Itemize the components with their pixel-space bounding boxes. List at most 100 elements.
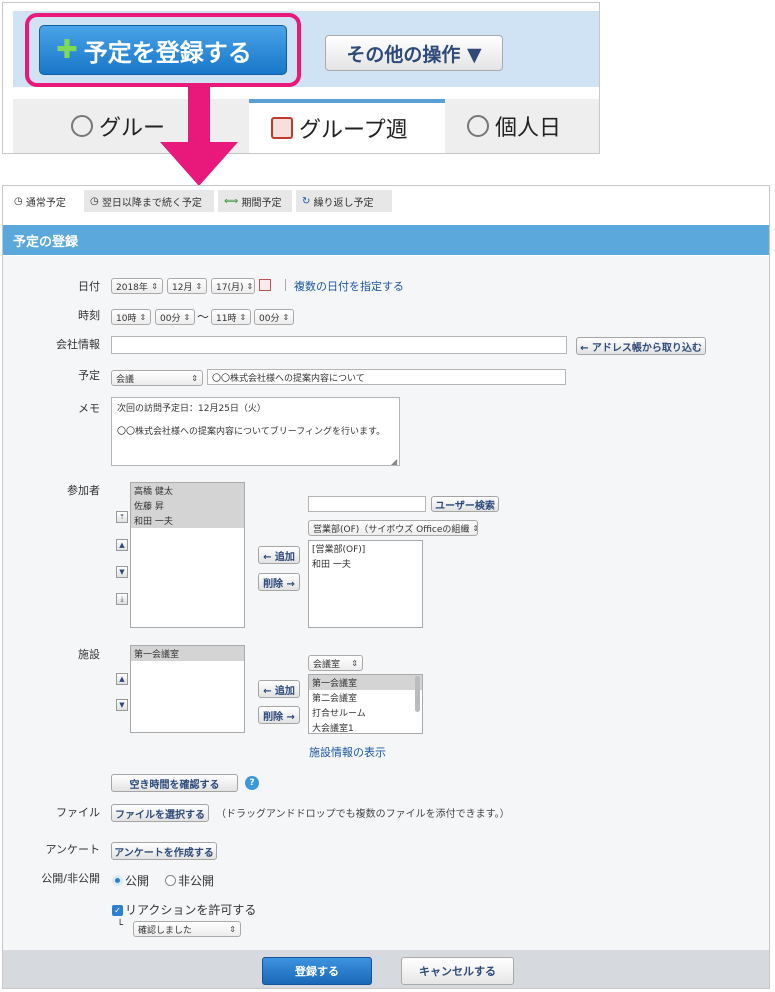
scrollbar-thumb[interactable] [415,676,420,712]
participant-group-select[interactable]: 営業部(OF)（サイボウズ Officeの組織 [308,520,478,536]
start-minute-select[interactable]: 00分 [155,309,195,325]
start-hour-select[interactable]: 10時 [111,309,151,325]
tab-label: 個人日 [495,116,562,141]
calendar-icon[interactable] [259,279,271,291]
help-icon[interactable]: ? [245,776,259,790]
check-availability-button[interactable]: 空き時間を確認する [111,774,238,792]
facility-add-button[interactable]: ← 追加 [258,680,300,698]
resize-handle-icon[interactable]: ◢ [391,457,397,466]
day-select[interactable]: 17(月) [211,278,255,294]
memo-line: 〇〇株式会社様への提案内容についてブリーフィングを行います。 [117,427,386,437]
reaction-label: リアクションを許可する [125,903,257,917]
list-item[interactable]: 高橋 健太 [131,483,244,498]
move-top-icon[interactable]: ⤒ [116,511,128,523]
form-footer [3,950,769,988]
subtab-label: 通常予定 [25,197,66,209]
reaction-checkbox[interactable]: ✓ [112,905,123,916]
subtab-period[interactable]: ⟺ 期間予定 [218,190,292,212]
participant-candidates-list[interactable]: [営業部(OF)] 和田 一夫 [308,540,423,628]
plan-label: 予定 [78,369,100,382]
subtab-label: 期間予定 [241,197,282,209]
facility-group-select[interactable]: 会議室 [308,655,363,671]
facility-label: 施設 [78,648,100,661]
clock-icon: ◷ [90,195,102,207]
list-item[interactable]: 第一会議室 [309,675,422,690]
date-label: 日付 [78,280,100,293]
file-hint: （ドラッグアンドドロップでも複数のファイルを添付できます。） [216,809,510,820]
user-search-input[interactable] [308,496,426,512]
month-select[interactable]: 12月 [167,278,207,294]
group-icon [71,115,93,137]
subtab-label: 翌日以降まで続く予定 [101,197,202,209]
calendar-group-icon [271,117,293,139]
list-item[interactable]: 和田 一夫 [131,513,244,528]
tab-personal-day[interactable]: 個人日 [467,99,597,153]
public-label: 公開 [125,874,150,888]
participant-remove-button[interactable]: 削除 → [258,573,300,591]
arrow-stem [188,84,210,146]
move-down-icon[interactable]: ▼ [116,566,128,578]
list-item[interactable]: 佐藤 昇 [131,498,244,513]
private-label: 非公開 [178,874,215,888]
company-input[interactable] [111,336,567,354]
cancel-button[interactable]: キャンセルする [401,957,514,985]
address-book-button[interactable]: ← アドレス帳から取り込む [576,337,706,355]
highlight-frame [25,13,301,87]
file-label: ファイル [56,806,100,819]
double-arrow-icon: ⟺ [224,195,242,207]
tab-group-week[interactable]: グループ週 [249,99,445,153]
list-item[interactable]: 和田 一夫 [309,556,422,571]
list-item[interactable]: 第一会議室 [131,646,244,661]
repeat-icon: ↻ [302,195,314,207]
user-search-button[interactable]: ユーザー検索 [431,496,499,512]
subtab-normal[interactable]: ◷ 通常予定 [8,190,82,212]
survey-label: アンケート [45,843,100,856]
multiple-dates-link[interactable]: 複数の日付を指定する [294,278,404,294]
participants-label: 参加者 [67,484,100,497]
facility-info-link[interactable]: 施設情報の表示 [309,744,386,760]
plan-title-input[interactable]: 〇〇株式会社様への提案内容について [207,369,566,385]
move-bottom-icon[interactable]: ⤓ [116,593,128,605]
company-label: 会社情報 [56,338,100,351]
move-up-icon[interactable]: ▲ [116,673,128,685]
tree-branch-icon: └ [117,920,124,931]
year-select[interactable]: 2018年 [111,278,163,294]
facility-candidates-list[interactable]: 第一会議室 第二会議室 打合せルーム 大会議室1 [308,674,423,734]
submit-register-button[interactable]: 登録する [262,957,372,985]
clock-icon: ◷ [14,195,26,207]
list-item[interactable]: 打合せルーム [309,705,422,720]
form-header: 予定の登録 [3,225,769,255]
reaction-select[interactable]: 確認しました [133,921,241,937]
view-tabs: グルー グループ週 個人日 [13,99,599,153]
plan-type-select[interactable]: 会議 [111,370,203,386]
private-radio[interactable] [165,875,176,886]
list-item[interactable]: 大会議室1 [309,720,422,733]
tab-label: グループ週 [299,118,408,143]
subtab-overnight[interactable]: ◷ 翌日以降まで続く予定 [84,190,214,212]
create-survey-button[interactable]: アンケートを作成する [111,842,217,860]
time-label: 時刻 [78,309,100,322]
visibility-label: 公開/非公開 [41,872,100,885]
subtab-label: 繰り返し予定 [313,197,374,209]
other-operations-button[interactable]: その他の操作 ▼ [325,35,503,71]
list-item[interactable]: [営業部(OF)] [309,541,422,556]
participant-add-button[interactable]: ← 追加 [258,546,300,564]
subtab-repeat[interactable]: ↻ 繰り返し予定 [296,190,392,212]
clock-icon [467,115,489,137]
selected-facilities-list[interactable]: 第一会議室 [130,645,245,733]
end-hour-select[interactable]: 11時 [211,309,251,325]
move-up-icon[interactable]: ▲ [116,539,128,551]
end-minute-select[interactable]: 00分 [254,309,294,325]
move-down-icon[interactable]: ▼ [116,699,128,711]
memo-line: 次回の訪問予定日：12月25日（火） [117,404,266,414]
facility-remove-button[interactable]: 削除 → [258,706,300,724]
arrow-down-icon [160,142,238,186]
public-radio[interactable] [112,875,123,886]
choose-file-button[interactable]: ファイルを選択する [111,804,209,822]
selected-participants-list[interactable]: 高橋 健太 佐藤 昇 和田 一夫 [130,482,245,628]
memo-label: メモ [78,402,100,415]
memo-textarea[interactable]: 次回の訪問予定日：12月25日（火） 〇〇株式会社様への提案内容についてブリーフ… [111,397,400,466]
time-tilde: 〜 [197,310,210,324]
list-item[interactable]: 第二会議室 [309,690,422,705]
divider [285,279,286,291]
